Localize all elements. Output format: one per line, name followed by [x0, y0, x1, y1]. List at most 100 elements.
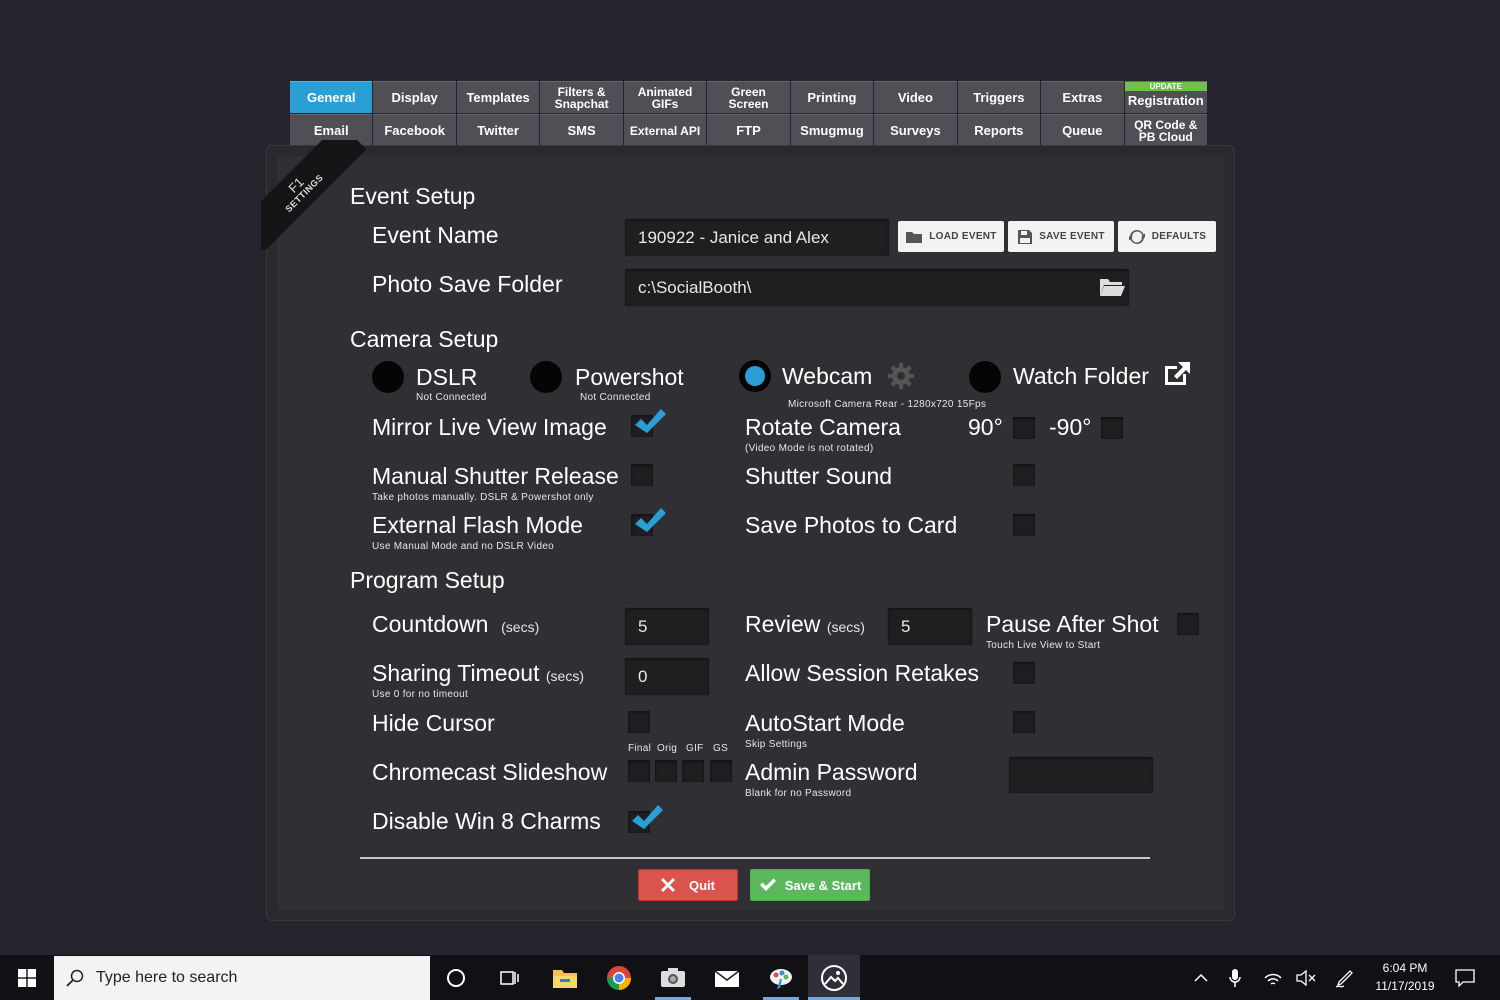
camera-app-icon[interactable] [649, 955, 697, 1000]
shutter-sound-checkbox[interactable] [1012, 463, 1036, 487]
pause-after-shot-sub: Touch Live View to Start [986, 640, 1101, 651]
windows-taskbar: Type here to search 6:04 PM 11/17/2019 [0, 955, 1500, 1000]
dslr-status: Not Connected [416, 392, 487, 403]
task-view-icon[interactable] [486, 955, 532, 1000]
paint-app-icon[interactable] [757, 955, 805, 1000]
external-link-icon[interactable] [1162, 360, 1192, 393]
tab-smugmug[interactable]: Smugmug [790, 114, 874, 146]
microphone-icon[interactable] [1222, 955, 1248, 1000]
powershot-radio[interactable] [530, 361, 562, 393]
event-name-input[interactable]: 190922 - Janice and Alex [624, 218, 890, 257]
disable-win8-charms-checkbox[interactable] [627, 805, 663, 834]
tab-display[interactable]: Display [373, 81, 456, 113]
tab-animated-gifs[interactable]: Animated GIFs [623, 81, 707, 113]
allow-retakes-checkbox[interactable] [1012, 661, 1036, 685]
tab-row-1: General Display Templates Filters & Snap… [290, 81, 1207, 113]
rotate-camera-label: Rotate Camera [745, 414, 901, 440]
mirror-live-view-label: Mirror Live View Image [372, 414, 607, 440]
sharing-timeout-input[interactable]: 0 [624, 657, 710, 696]
event-setup-heading: Event Setup [350, 183, 476, 209]
tab-green-screen[interactable]: Green Screen [707, 81, 790, 113]
dslr-radio[interactable] [372, 361, 404, 393]
chromecast-orig-checkbox[interactable] [654, 759, 678, 783]
photo-save-folder-label: Photo Save Folder [372, 271, 563, 297]
tab-sms[interactable]: SMS [540, 114, 623, 146]
watch-folder-radio[interactable] [969, 361, 1001, 393]
social-booth-app-icon[interactable] [808, 955, 860, 1000]
manual-shutter-label: Manual Shutter Release [372, 463, 619, 489]
tab-surveys[interactable]: Surveys [874, 114, 957, 146]
shutter-sound-label: Shutter Sound [745, 463, 893, 489]
chromecast-gs-checkbox[interactable] [709, 759, 733, 783]
action-center-icon[interactable] [1450, 955, 1480, 1000]
chromecast-col-final: Final [628, 743, 652, 754]
tab-facebook[interactable]: Facebook [373, 114, 456, 146]
countdown-unit: (secs) [501, 619, 540, 635]
chromecast-gif-checkbox[interactable] [681, 759, 705, 783]
windows-start-icon[interactable] [0, 955, 53, 1000]
pen-workspace-icon[interactable] [1330, 955, 1360, 1000]
watch-folder-label: Watch Folder [1013, 363, 1149, 389]
chrome-icon[interactable] [595, 955, 643, 1000]
tab-row-2: Email Facebook Twitter SMS External API … [290, 114, 1207, 146]
webcam-radio[interactable] [739, 360, 771, 392]
mirror-live-view-checkbox[interactable] [630, 409, 666, 438]
tab-queue[interactable]: Queue [1041, 114, 1124, 146]
clock-time: 6:04 PM [1382, 961, 1428, 975]
volume-muted-icon[interactable] [1292, 955, 1320, 1000]
photo-save-folder-input[interactable]: c:\SocialBooth\ [624, 268, 1130, 307]
save-photos-card-checkbox[interactable] [1012, 513, 1036, 537]
tab-video[interactable]: Video [874, 81, 957, 113]
file-explorer-icon[interactable] [541, 955, 589, 1000]
save-and-start-button[interactable]: Save & Start [750, 869, 870, 901]
taskbar-search-input[interactable]: Type here to search [54, 956, 430, 1000]
cortana-icon[interactable] [433, 955, 479, 1000]
autostart-label: AutoStart Mode [745, 710, 905, 736]
taskbar-clock[interactable]: 6:04 PM 11/17/2019 [1360, 959, 1450, 995]
checkmark-icon [632, 805, 663, 829]
mail-icon[interactable] [703, 955, 751, 1000]
admin-password-input[interactable] [1008, 756, 1154, 794]
dslr-label: DSLR [416, 364, 478, 390]
pause-after-shot-label: Pause After Shot [986, 611, 1159, 637]
sharing-timeout-unit: (secs) [545, 668, 584, 684]
defaults-button[interactable]: DEFAULTS [1118, 221, 1216, 252]
review-input[interactable]: 5 [887, 607, 973, 646]
pause-after-shot-checkbox[interactable] [1176, 612, 1200, 636]
load-event-button[interactable]: LOAD EVENT [898, 221, 1004, 252]
tab-registration[interactable]: UPDATE Registration [1124, 81, 1207, 113]
tab-qr-code-pb-cloud[interactable]: QR Code & PB Cloud [1124, 114, 1207, 146]
powershot-status: Not Connected [580, 392, 651, 403]
hide-cursor-checkbox[interactable] [627, 710, 651, 734]
countdown-input[interactable]: 5 [624, 607, 710, 646]
rotate-90-checkbox[interactable] [1012, 416, 1036, 440]
tab-printing[interactable]: Printing [790, 81, 874, 113]
webcam-settings-gear-icon[interactable] [887, 362, 915, 395]
external-flash-checkbox[interactable] [630, 508, 666, 537]
chromecast-col-gif: GIF [686, 743, 704, 754]
quit-button[interactable]: Quit [638, 869, 738, 901]
manual-shutter-checkbox[interactable] [630, 463, 654, 487]
tab-templates[interactable]: Templates [456, 81, 540, 113]
open-folder-icon[interactable] [1098, 276, 1126, 303]
save-photos-card-label: Save Photos to Card [745, 512, 958, 538]
autostart-checkbox[interactable] [1012, 710, 1036, 734]
tab-twitter[interactable]: Twitter [456, 114, 540, 146]
tab-general[interactable]: General [290, 81, 373, 113]
tab-triggers[interactable]: Triggers [957, 81, 1041, 113]
rotate-camera-sub: (Video Mode is not rotated) [745, 443, 874, 454]
chevron-up-icon[interactable] [1188, 955, 1214, 1000]
tab-external-api[interactable]: External API [623, 114, 707, 146]
tab-extras[interactable]: Extras [1041, 81, 1124, 113]
close-icon [661, 878, 675, 892]
hide-cursor-label: Hide Cursor [372, 710, 495, 736]
autostart-sub: Skip Settings [745, 739, 808, 750]
rotate-neg90-checkbox[interactable] [1100, 416, 1124, 440]
wifi-icon[interactable] [1258, 955, 1288, 1000]
chromecast-final-checkbox[interactable] [627, 759, 651, 783]
tab-filters-snapchat[interactable]: Filters & Snapchat [540, 81, 623, 113]
tab-reports[interactable]: Reports [957, 114, 1041, 146]
save-event-button[interactable]: SAVE EVENT [1008, 221, 1114, 252]
countdown-label: Countdown (secs) [372, 611, 540, 637]
tab-ftp[interactable]: FTP [707, 114, 790, 146]
